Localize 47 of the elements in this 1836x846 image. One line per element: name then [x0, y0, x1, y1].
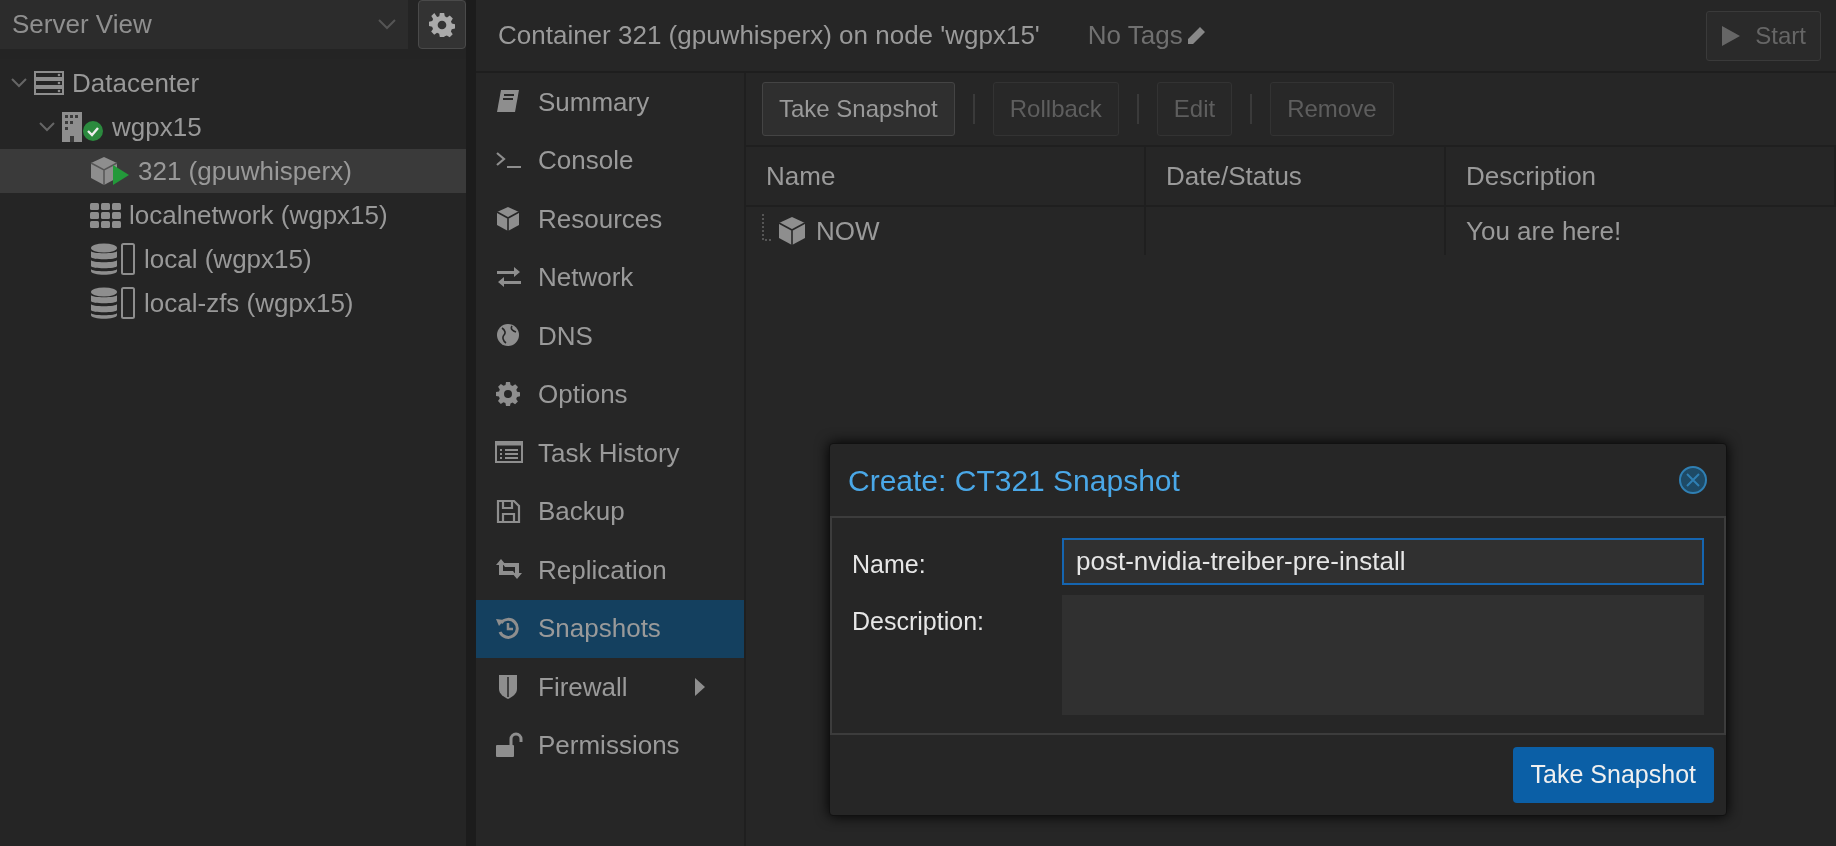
- column-header[interactable]: Description: [1446, 147, 1836, 207]
- unlocked-padlock-icon: [495, 731, 523, 760]
- nav-item[interactable]: Summary: [476, 73, 744, 132]
- view-selector[interactable]: Server View: [0, 0, 408, 49]
- table-cell-text: You are here!: [1465, 214, 1623, 248]
- nav-item[interactable]: Firewall: [476, 658, 744, 717]
- column-header[interactable]: Date/Status: [1146, 147, 1446, 207]
- play-icon: [1721, 24, 1742, 47]
- dialog-title: Create: CT321 Snapshot: [848, 462, 1180, 499]
- tree-item[interactable]: local (wgpx15): [0, 237, 466, 281]
- nav-item[interactable]: Resources: [476, 190, 744, 249]
- tags-link[interactable]: No Tags: [1087, 16, 1207, 55]
- nav-item[interactable]: Snapshots: [476, 599, 744, 658]
- tree-item[interactable]: localnetwork (wgpx15): [0, 193, 466, 237]
- cube-icon: [778, 216, 806, 246]
- column-header[interactable]: Name: [746, 147, 1146, 207]
- tree-item[interactable]: wgpx15: [0, 105, 466, 149]
- close-icon: [1678, 465, 1708, 495]
- nav-item[interactable]: DNS: [476, 307, 744, 366]
- nav-item[interactable]: Backup: [476, 482, 744, 541]
- nav-item[interactable]: Permissions: [476, 716, 744, 775]
- gear-icon: [495, 380, 523, 409]
- grid-icon: [90, 202, 121, 228]
- server-rack-icon: [34, 71, 64, 95]
- tree-item[interactable]: 321 (gpuwhisperx): [0, 149, 466, 193]
- tree-item[interactable]: Datacenter: [0, 61, 466, 105]
- database-icon: [90, 243, 136, 275]
- table-cell: NOW: [746, 207, 1146, 255]
- nav-item[interactable]: Console: [476, 131, 744, 190]
- toolbar-button[interactable]: Take Snapshot: [762, 82, 955, 136]
- field-label: Name:: [852, 549, 927, 580]
- nav-item[interactable]: Task History: [476, 424, 744, 483]
- settings-icon: [429, 11, 455, 38]
- take-snapshot-button[interactable]: Take Snapshot: [1512, 747, 1714, 803]
- chevron-down-icon: [11, 78, 27, 88]
- field-label: Description:: [852, 606, 985, 637]
- nav-item[interactable]: Network: [476, 248, 744, 307]
- close-button[interactable]: [1678, 465, 1708, 495]
- nav-item[interactable]: Options: [476, 365, 744, 424]
- settings-button[interactable]: [418, 0, 466, 49]
- nav-item[interactable]: Replication: [476, 541, 744, 600]
- page-title: Container 321 (gpuwhisperx) on node 'wgpx15': [498, 19, 1040, 52]
- database-icon: [90, 287, 136, 319]
- name-field[interactable]: post-nvidia-treiber-pre-install: [1062, 538, 1704, 585]
- chevron-down-icon: [378, 18, 396, 31]
- tree-item[interactable]: local-zfs (wgpx15): [0, 281, 466, 325]
- chevron-down-icon: [39, 122, 55, 132]
